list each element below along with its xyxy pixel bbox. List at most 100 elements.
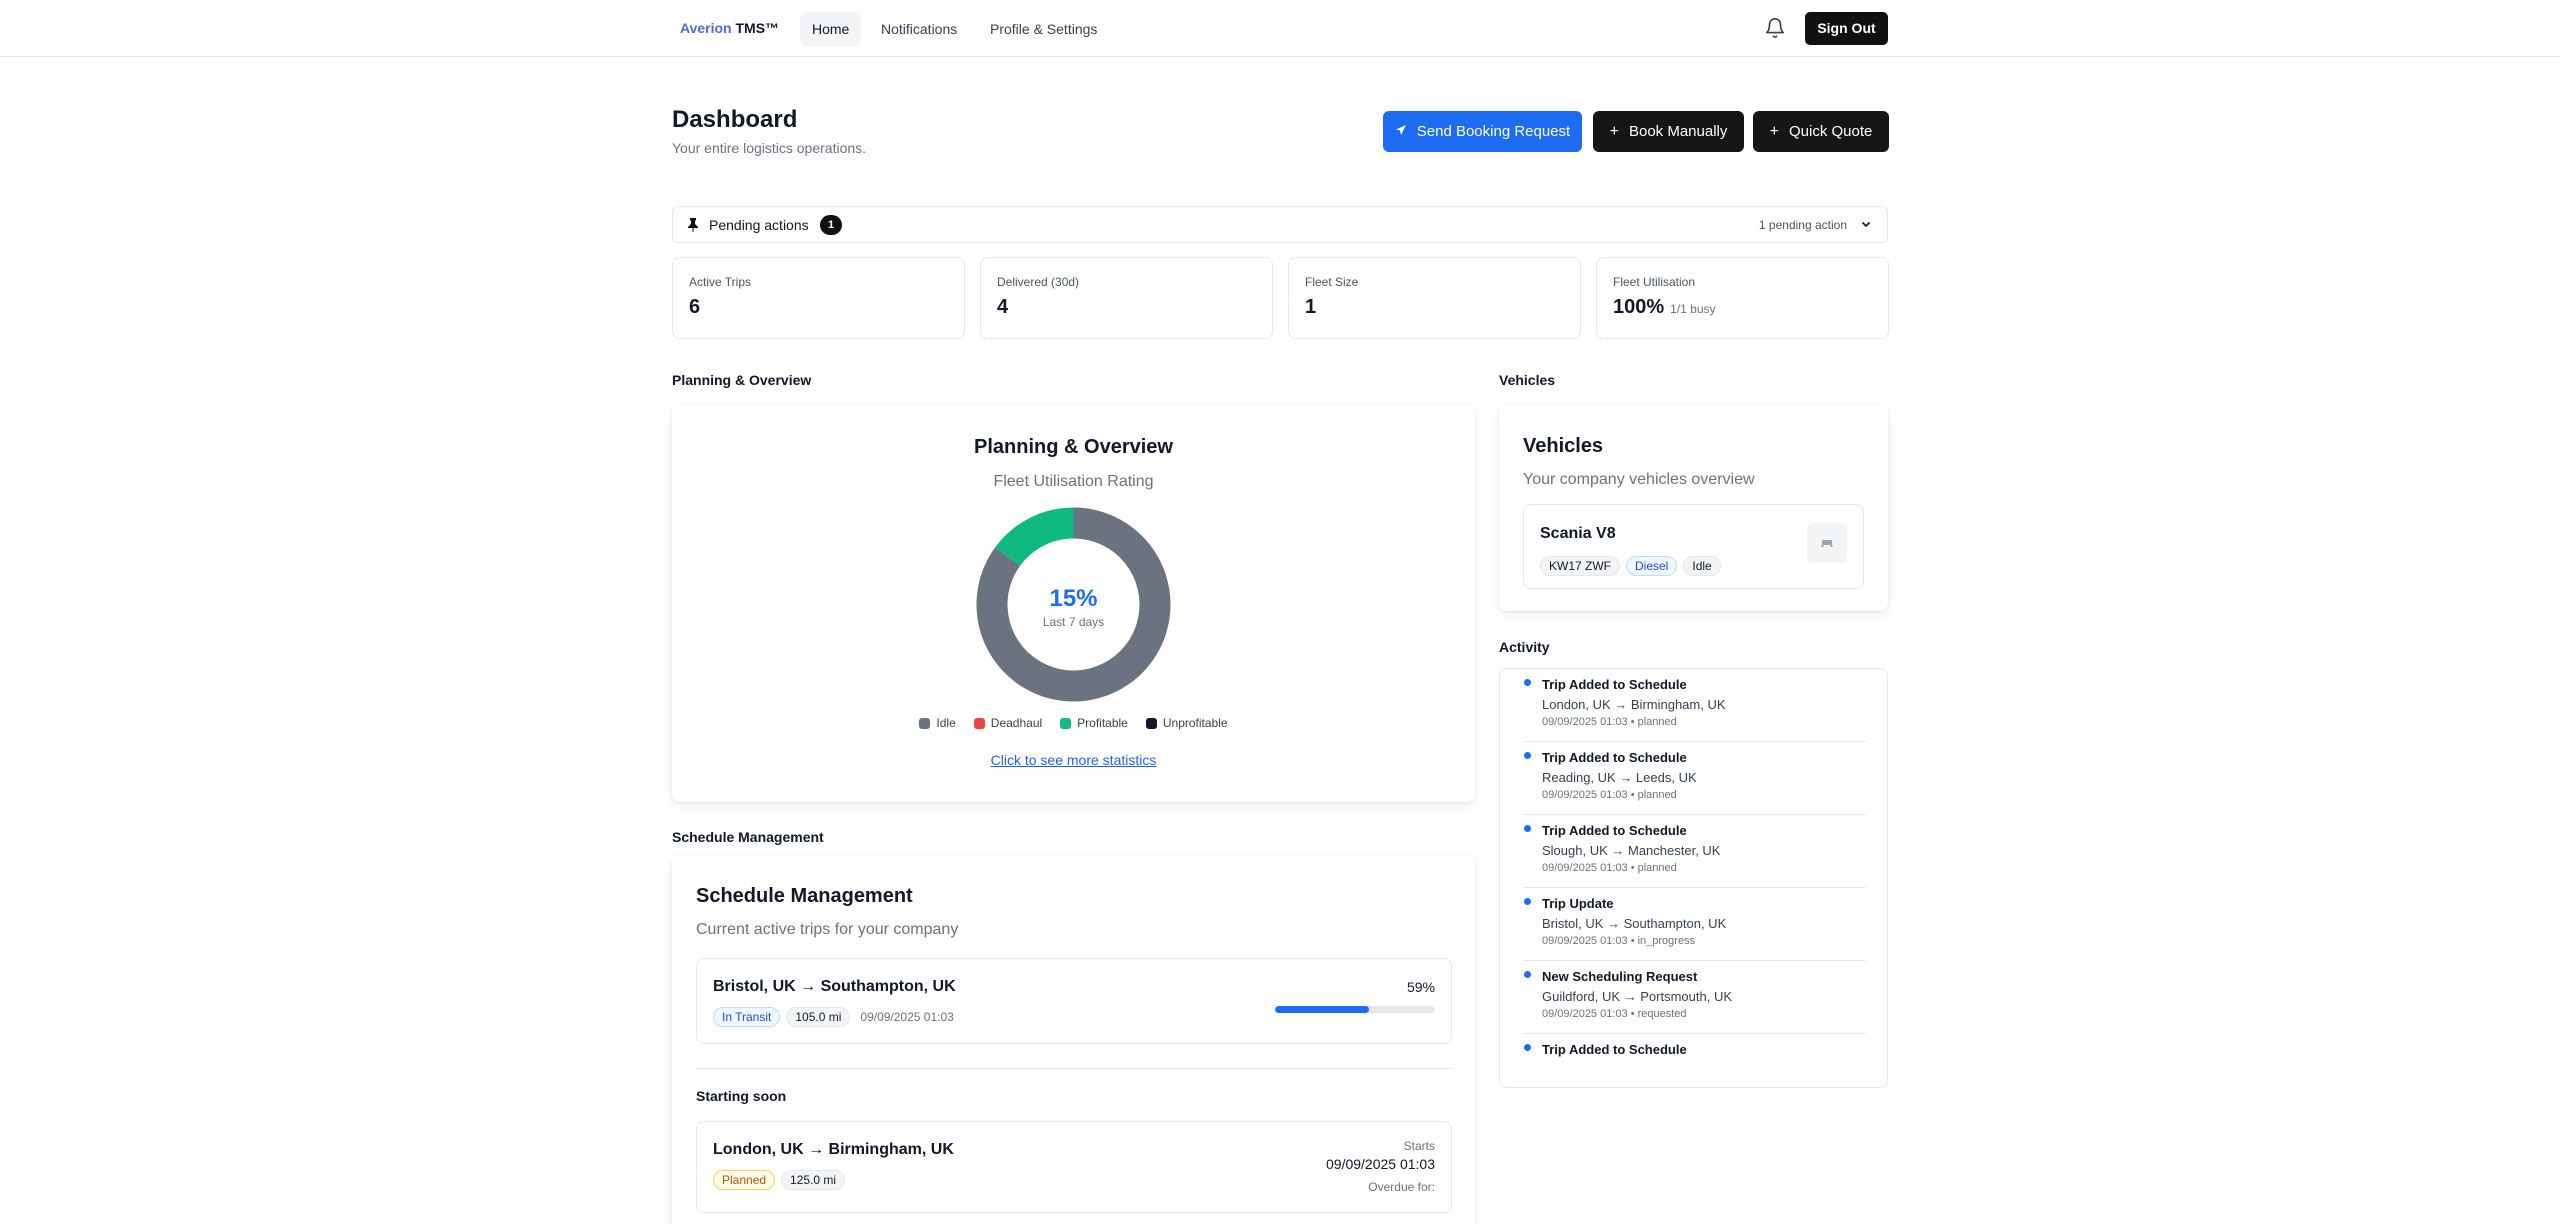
trip-date: 09/09/2025 01:03 — [860, 1010, 954, 1024]
page-subtitle: Your entire logistics operations. — [672, 140, 867, 156]
book-manually-label: Book Manually — [1628, 123, 1728, 140]
see-more-statistics-link-wrap: Click to see more statistics — [672, 752, 1475, 768]
stat-card-fleet-utilisation: Fleet Utilisation 100% 1/1 busy — [1596, 257, 1889, 339]
nav-notifications[interactable]: Notifications — [869, 12, 969, 46]
stat-label: Active Trips — [689, 275, 752, 289]
legend-item-idle: Idle — [919, 716, 956, 730]
distance-badge: 105.0 mi — [786, 1007, 851, 1027]
stat-subvalue: 1/1 busy — [1670, 302, 1716, 316]
brand-logo[interactable]: Averion TMS™ — [680, 20, 779, 36]
activity-item[interactable]: Trip Added to Schedule — [1524, 1034, 1866, 1087]
page-title: Dashboard — [672, 106, 798, 133]
vehicle-name: Scania V8 — [1540, 525, 1616, 542]
pending-actions-label: Pending actions — [709, 217, 809, 233]
bullet-icon — [1524, 679, 1531, 686]
pending-count-badge: 1 — [820, 215, 842, 235]
nav-home[interactable]: Home — [800, 12, 862, 46]
send-icon — [1395, 124, 1407, 140]
progress-bar-fill — [1275, 1006, 1370, 1013]
trip-tags: Planned 125.0 mi — [713, 1170, 846, 1190]
activity-route: Reading, UK → Leeds, UK — [1542, 770, 1697, 785]
activity-route: Bristol, UK → Southampton, UK — [1542, 916, 1727, 931]
stat-value: 4 — [997, 296, 1009, 318]
stat-card-active-trips: Active Trips 6 — [672, 257, 965, 339]
truck-icon — [1807, 523, 1847, 563]
stat-card-fleet-size: Fleet Size 1 — [1288, 257, 1581, 339]
pending-summary: 1 pending action — [1758, 218, 1847, 232]
bell-icon[interactable] — [1764, 17, 1786, 39]
overdue-label: Overdue for: — [1368, 1180, 1435, 1194]
vehicle-item[interactable]: Scania V8 KW17 ZWF Diesel Idle — [1523, 504, 1864, 589]
bullet-icon — [1524, 1044, 1531, 1051]
section-label-activity: Activity — [1499, 639, 1550, 655]
vehicles-card: Vehicles Your company vehicles overview … — [1499, 405, 1888, 611]
pin-icon — [688, 218, 698, 232]
status-tag: Idle — [1683, 556, 1721, 576]
sign-out-button[interactable]: Sign Out — [1805, 12, 1888, 45]
schedule-title: Schedule Management — [696, 885, 913, 907]
brand-name: Averion — [680, 20, 732, 36]
status-badge: In Transit — [713, 1007, 781, 1027]
stat-card-delivered: Delivered (30d) 4 — [980, 257, 1273, 339]
divider — [696, 1068, 1452, 1069]
plus-icon: + — [1609, 122, 1619, 140]
schedule-subtitle: Current active trips for your company — [696, 921, 959, 938]
starts-value: 09/09/2025 01:03 — [1326, 1156, 1435, 1172]
chevron-down-icon[interactable] — [1859, 217, 1873, 231]
status-badge: Planned — [713, 1170, 776, 1190]
starts-label: Starts — [1403, 1139, 1435, 1153]
plate-tag: KW17 ZWF — [1540, 556, 1620, 576]
chart-legend: Idle Deadhaul Profitable Unprofitable — [672, 716, 1475, 730]
activity-feed[interactable]: Trip Added to Schedule London, UK → Birm… — [1499, 668, 1888, 1088]
trip-route: Bristol, UK → Southampton, UK — [713, 978, 956, 995]
plus-icon: + — [1769, 122, 1779, 140]
section-label-vehicles: Vehicles — [1499, 372, 1556, 388]
activity-route: Slough, UK → Manchester, UK — [1542, 843, 1721, 858]
quick-quote-label: Quick Quote — [1788, 123, 1873, 140]
stat-label: Delivered (30d) — [997, 275, 1080, 289]
pending-actions-bar[interactable]: Pending actions 1 1 pending action — [672, 206, 1888, 243]
send-booking-request-button[interactable]: Send Booking Request — [1383, 111, 1582, 152]
planning-subtitle: Fleet Utilisation Rating — [993, 473, 1154, 490]
trip-tags: In Transit 105.0 mi 09/09/2025 01:03 — [713, 1007, 954, 1027]
bullet-icon — [1524, 971, 1531, 978]
legend-item-profitable: Profitable — [1060, 716, 1128, 730]
stat-value: 6 — [689, 296, 701, 318]
activity-title: Trip Added to Schedule — [1542, 823, 1687, 838]
bullet-icon — [1524, 898, 1531, 905]
vehicles-subtitle: Your company vehicles overview — [1523, 471, 1755, 488]
activity-title: Trip Added to Schedule — [1542, 677, 1687, 692]
section-label-planning: Planning & Overview — [672, 372, 812, 388]
legend-item-unprofitable: Unprofitable — [1145, 716, 1228, 730]
nav-profile-settings[interactable]: Profile & Settings — [978, 12, 1109, 46]
schedule-management-card: Schedule Management Current active trips… — [672, 855, 1475, 1224]
stat-label: Fleet Utilisation — [1613, 275, 1696, 289]
brand-suffix: TMS™ — [735, 20, 780, 36]
distance-badge: 125.0 mi — [781, 1170, 846, 1190]
stat-label: Fleet Size — [1305, 275, 1359, 289]
send-booking-label: Send Booking Request — [1416, 123, 1571, 140]
quick-quote-button[interactable]: + Quick Quote — [1753, 111, 1889, 152]
planning-overview-card: Planning & Overview Fleet Utilisation Ra… — [672, 405, 1475, 802]
active-trip-card[interactable]: Bristol, UK → Southampton, UK In Transit… — [696, 958, 1452, 1044]
starting-soon-heading: Starting soon — [696, 1088, 787, 1104]
bullet-icon — [1524, 752, 1531, 759]
progress-percent: 59% — [1406, 979, 1435, 995]
fuel-tag: Diesel — [1626, 556, 1678, 576]
see-more-statistics-link[interactable]: Click to see more statistics — [991, 752, 1157, 768]
section-label-schedule: Schedule Management — [672, 829, 824, 845]
activity-title: Trip Added to Schedule — [1542, 750, 1687, 765]
bullet-icon — [1524, 825, 1531, 832]
book-manually-button[interactable]: + Book Manually — [1593, 111, 1744, 152]
stat-value: 1 — [1305, 296, 1317, 318]
activity-title: Trip Update — [1542, 896, 1614, 911]
upcoming-trip-card[interactable]: London, UK → Birmingham, UK Planned 125.… — [696, 1121, 1452, 1213]
progress-bar — [1275, 1006, 1435, 1013]
top-nav: Averion TMS™ Home Notifications Profile … — [0, 0, 2560, 57]
activity-title: New Scheduling Request — [1542, 969, 1698, 984]
planning-title: Planning & Overview — [974, 436, 1173, 458]
donut-center-percent: 15% — [1049, 585, 1098, 612]
vehicle-tags: KW17 ZWF Diesel Idle — [1540, 556, 1721, 576]
donut-center-caption: Last 7 days — [1042, 615, 1105, 629]
vehicles-title: Vehicles — [1523, 435, 1604, 457]
